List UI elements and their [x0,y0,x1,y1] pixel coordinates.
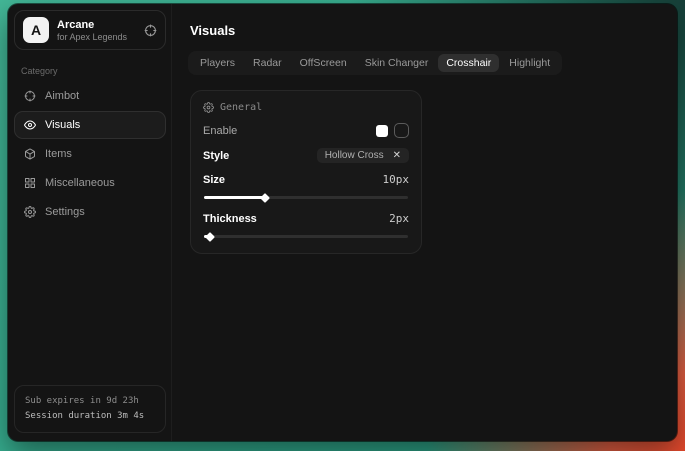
slider-thumb[interactable] [260,193,270,203]
app-logo: A [23,17,49,43]
enable-label: Enable [203,125,237,137]
slider-thumb[interactable] [205,232,215,242]
sidebar: A Arcane for Apex Legends Category Aimbo… [8,4,172,441]
panel-title: General [220,102,262,113]
sidebar-item-label: Items [45,148,72,160]
tab-players[interactable]: Players [192,54,243,72]
page-title: Visuals [190,23,661,38]
general-panel: General Enable Style Hollow Cross ✕ Size… [190,90,422,254]
sidebar-header: A Arcane for Apex Legends [14,10,166,50]
sidebar-item-label: Visuals [45,119,80,131]
size-label: Size [203,174,225,186]
app-window: A Arcane for Apex Legends Category Aimbo… [8,4,677,441]
tab-bar: Players Radar OffScreen Skin Changer Cro… [188,51,562,75]
size-value: 10px [383,173,410,186]
app-name: Arcane [57,19,127,31]
app-titles: Arcane for Apex Legends [57,19,127,42]
thickness-row: Thickness 2px [203,212,409,225]
category-label: Category [21,66,166,76]
slider-fill [204,196,265,199]
size-slider[interactable] [204,196,408,199]
tab-highlight[interactable]: Highlight [501,54,558,72]
sidebar-item-items[interactable]: Items [14,140,166,168]
thickness-slider[interactable] [204,235,408,238]
gear-icon [24,206,36,218]
sidebar-item-label: Settings [45,206,85,218]
enable-checkbox[interactable] [394,123,409,138]
sidebar-item-label: Miscellaneous [45,177,115,189]
sidebar-item-label: Aimbot [45,90,79,102]
tab-skin-changer[interactable]: Skin Changer [357,54,437,72]
gear-icon [203,102,214,113]
grid-icon [24,177,36,189]
color-swatch[interactable] [376,125,388,137]
sidebar-nav: Aimbot Visuals Items [14,82,166,226]
sidebar-item-visuals[interactable]: Visuals [14,111,166,139]
sidebar-item-settings[interactable]: Settings [14,198,166,226]
size-row: Size 10px [203,173,409,186]
style-label: Style [203,150,229,162]
eye-icon [24,119,36,131]
main-content: Visuals Players Radar OffScreen Skin Cha… [172,4,677,441]
tab-offscreen[interactable]: OffScreen [292,54,355,72]
sidebar-item-miscellaneous[interactable]: Miscellaneous [14,169,166,197]
tab-crosshair[interactable]: Crosshair [438,54,499,72]
cube-icon [24,148,36,160]
session-duration-text: Session duration 3m 4s [25,409,155,424]
remove-style-icon[interactable]: ✕ [393,150,401,161]
panel-header: General [203,102,409,113]
style-row: Style Hollow Cross ✕ [203,148,409,163]
thickness-label: Thickness [203,213,257,225]
target-icon[interactable] [144,24,157,37]
sub-expires-text: Sub expires in 9d 23h [25,394,155,409]
sidebar-item-aimbot[interactable]: Aimbot [14,82,166,110]
enable-row: Enable [203,123,409,138]
thickness-value: 2px [389,212,409,225]
crosshair-icon [24,90,36,102]
style-chip-label: Hollow Cross [325,150,384,161]
app-subtitle: for Apex Legends [57,32,127,42]
subscription-info: Sub expires in 9d 23h Session duration 3… [14,385,166,433]
tab-radar[interactable]: Radar [245,54,290,72]
style-chip[interactable]: Hollow Cross ✕ [317,148,409,163]
